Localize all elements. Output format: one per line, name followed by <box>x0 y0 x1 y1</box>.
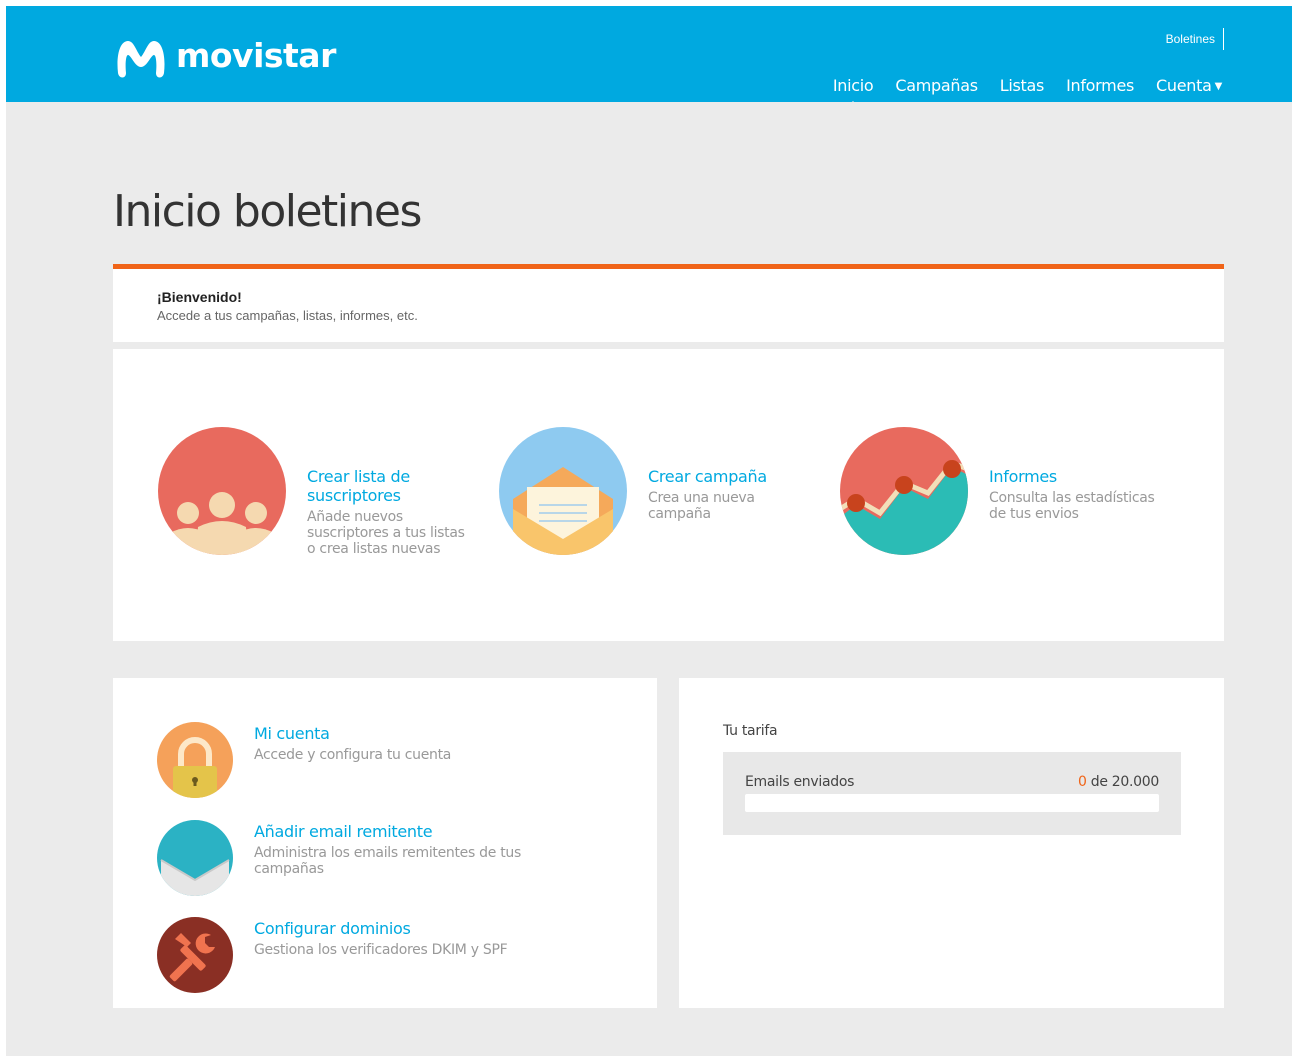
action-reports[interactable]: Informes Consulta las estadísticas de tu… <box>840 427 1159 555</box>
main-nav: Inicio Campañas Listas Informes Cuenta ▼ <box>811 76 1222 107</box>
nav-item-listas[interactable]: Listas <box>1000 76 1045 95</box>
caret-down-icon: ▼ <box>1214 81 1223 92</box>
logo-text: movistar <box>176 35 336 75</box>
emails-progress-bar <box>745 794 1159 812</box>
add-email-icon[interactable] <box>157 820 233 896</box>
account-panel: Mi cuenta Accede y configura tu cuenta A… <box>113 678 657 1008</box>
welcome-panel: ¡Bienvenido! Accede a tus campañas, list… <box>113 264 1224 342</box>
nav-cuenta-label: Cuenta <box>1156 76 1212 95</box>
create-campaign-desc: Crea una nueva campaña <box>648 490 755 522</box>
reports-link[interactable]: Informes <box>989 467 1159 486</box>
page-title: Inicio boletines <box>113 186 422 237</box>
account-item-mi-cuenta[interactable]: Mi cuenta Accede y configura tu cuenta <box>157 722 554 798</box>
quick-actions-panel: Crear lista de suscriptores Añade nuevos… <box>113 349 1224 641</box>
add-email-desc: Administra los emails remitentes de tus … <box>254 845 521 877</box>
emails-sent-value: 0 de 20.000 <box>1078 774 1159 790</box>
plan-title: Tu tarifa <box>723 723 778 739</box>
mi-cuenta-desc: Accede y configura tu cuenta <box>254 747 452 763</box>
action-create-list[interactable]: Crear lista de suscriptores Añade nuevos… <box>158 427 477 557</box>
action-create-campaign-text: Crear campaña Crea una nueva campaña <box>648 467 818 555</box>
subscribers-icon[interactable] <box>158 427 286 555</box>
create-campaign-link[interactable]: Crear campaña <box>648 467 818 486</box>
app-name[interactable]: Boletines <box>1166 28 1224 50</box>
create-list-desc: Añade nuevos suscriptores a tus listas o… <box>307 509 465 557</box>
add-email-link[interactable]: Añadir email remitente <box>254 822 554 841</box>
nav-item-cuenta[interactable]: Cuenta ▼ <box>1156 76 1222 95</box>
domains-link[interactable]: Configurar dominios <box>254 919 554 938</box>
emails-sent-label: Emails enviados <box>745 774 855 790</box>
nav-item-campanas[interactable]: Campañas <box>895 76 978 95</box>
nav-item-inicio[interactable]: Inicio <box>833 76 874 107</box>
welcome-title: ¡Bienvenido! <box>157 289 242 305</box>
action-create-campaign[interactable]: Crear campaña Crea una nueva campaña <box>499 427 818 555</box>
plan-panel: Tu tarifa Emails enviados 0 de 20.000 <box>679 678 1224 1008</box>
reports-desc: Consulta las estadísticas de tus envios <box>989 490 1155 522</box>
action-create-list-text: Crear lista de suscriptores Añade nuevos… <box>307 467 477 557</box>
envelope-icon[interactable] <box>499 427 627 555</box>
mi-cuenta-link[interactable]: Mi cuenta <box>254 724 554 743</box>
domains-text: Configurar dominios Gestiona los verific… <box>254 919 554 993</box>
tools-icon[interactable] <box>157 917 233 993</box>
movistar-m-icon <box>117 41 165 78</box>
emails-usage-row: Emails enviados 0 de 20.000 <box>745 774 1159 790</box>
domains-desc: Gestiona los verificadores DKIM y SPF <box>254 942 508 958</box>
welcome-subtitle: Accede a tus campañas, listas, informes,… <box>157 308 418 323</box>
emails-limit: de 20.000 <box>1090 774 1160 790</box>
action-reports-text: Informes Consulta las estadísticas de tu… <box>989 467 1159 555</box>
emails-usage-panel: Emails enviados 0 de 20.000 <box>723 752 1181 835</box>
chart-icon[interactable] <box>840 427 968 555</box>
add-email-text: Añadir email remitente Administra los em… <box>254 822 554 896</box>
account-item-domains[interactable]: Configurar dominios Gestiona los verific… <box>157 917 554 993</box>
lock-icon[interactable] <box>157 722 233 798</box>
top-navigation-bar: movistar Boletines Inicio Campañas Lista… <box>6 6 1292 107</box>
create-list-link[interactable]: Crear lista de suscriptores <box>307 467 477 505</box>
movistar-logo[interactable]: movistar <box>114 32 336 82</box>
nav-item-informes[interactable]: Informes <box>1066 76 1134 95</box>
emails-sent-count: 0 <box>1077 774 1087 790</box>
mi-cuenta-text: Mi cuenta Accede y configura tu cuenta <box>254 724 554 798</box>
account-item-add-email[interactable]: Añadir email remitente Administra los em… <box>157 820 554 896</box>
